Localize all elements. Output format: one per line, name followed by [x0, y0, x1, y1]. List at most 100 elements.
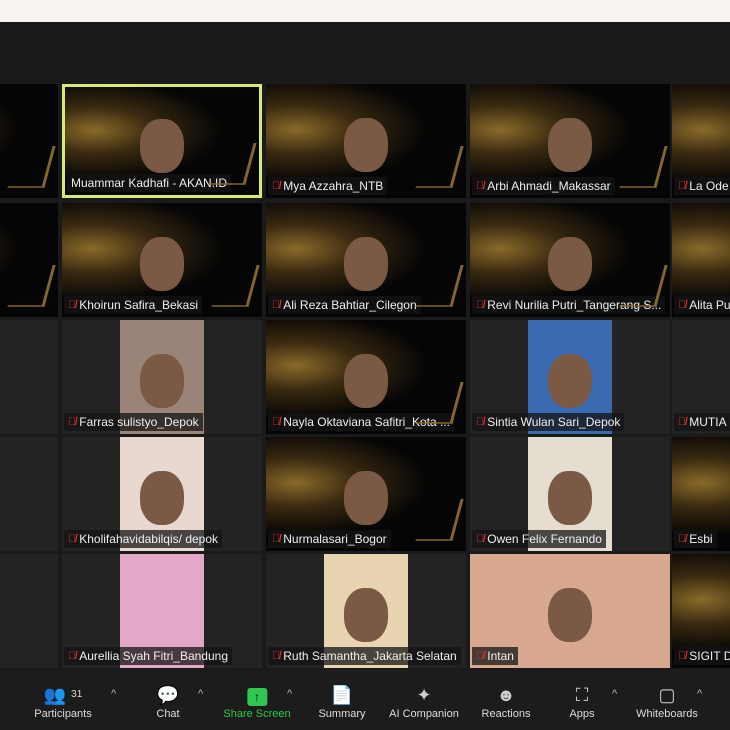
participant-tile[interactable]: 🎙̸ Owen Felix Fernando [470, 437, 670, 551]
summary-button[interactable]: 📄 Summary [318, 684, 365, 720]
participant-tile[interactable]: 🎙̸ Nurmalasari_Bogor [266, 437, 466, 551]
participant-name-label: 🎙̸ Esbi [674, 530, 717, 548]
whiteboards-icon: ▢ [658, 685, 676, 705]
muted-mic-icon: 🎙̸ [68, 299, 77, 311]
participant-face [140, 237, 184, 292]
participant-name-label: 🎙̸ Arbi Ahmadi_Makassar [472, 177, 615, 195]
muted-mic-icon: 🎙̸ [272, 180, 281, 192]
participant-name-label: 🎙̸ Intan [472, 647, 518, 665]
toolbar-label: Chat [156, 708, 180, 720]
toolbar-label: AI Companion [389, 708, 459, 720]
apps-button[interactable]: ⛶ Apps [569, 684, 594, 720]
participant-name-label: 🎙̸ MUTIA [674, 413, 730, 431]
chat-button[interactable]: 💬 Chat [156, 684, 179, 720]
participant-tile[interactable]: 🎙̸ SIGIT D [672, 554, 730, 668]
participant-name-label: 🎙̸ Khoirun Safira_Bekasi [64, 296, 202, 314]
ai-companion-button[interactable]: ✦ AI Companion [389, 684, 459, 720]
participant-tile[interactable]: 🎙̸ Sintia Wulan Sari_Depok [470, 320, 670, 434]
participant-tile[interactable]: 🎙̸ Khoirun Safira_Bekasi [62, 203, 262, 317]
toolbar-label: Apps [569, 708, 595, 720]
participant-name-label: 🎙̸ Ruth Samantha_Jakarta Selatan [268, 647, 461, 665]
participant-name: Khoirun Safira_Bekasi [79, 298, 198, 312]
participant-name-label: 🎙̸ Revi Nurilia Putri_Tangerang S... [472, 296, 666, 314]
participant-tile[interactable]: 🎙̸ Kholifahavidabilqis/ depok [62, 437, 262, 551]
participant-face [344, 471, 388, 526]
gallery-grid: 🎙̸arani_Ta... Muammar Kadhafi - AKAN.ID 🎙̸… [0, 22, 730, 670]
participant-face [140, 471, 184, 526]
reactions-icon: ☻ [496, 685, 516, 705]
top-band [0, 0, 730, 22]
whiteboards-button[interactable]: ▢ Whiteboards [636, 684, 698, 720]
participant-face [344, 118, 388, 173]
participant-face [548, 354, 592, 409]
participant-name: Muammar Kadhafi - AKAN.ID [71, 176, 228, 190]
participant-tile[interactable]: 🎙̸ La Ode [672, 84, 730, 198]
participant-tile[interactable]: 🎙̸ Ali Reza Bahtiar_Cilegon [266, 203, 466, 317]
participant-name-label: 🎙̸ Farras sulistyo_Depok [64, 413, 203, 431]
options-caret-icon[interactable]: ^ [198, 688, 203, 700]
participant-tile[interactable]: 🎙̸ Esbi [672, 437, 730, 551]
participant-name-label: 🎙̸ Nurmalasari_Bogor [268, 530, 391, 548]
muted-mic-icon: 🎙̸ [678, 299, 687, 311]
participant-tile[interactable]: 🎙̸ Nayla Oktaviana Safitri_Kota ... [266, 320, 466, 434]
participant-face [344, 588, 388, 643]
participant-tile[interactable]: 🎙̸ Mya Azzahra_NTB [266, 84, 466, 198]
participant-face [344, 237, 388, 292]
participant-name: Ruth Samantha_Jakarta Selatan [283, 649, 457, 663]
participant-name-label: 🎙̸ Sintia Wulan Sari_Depok [472, 413, 625, 431]
chat-icon: 💬 [156, 685, 180, 705]
participant-tile[interactable]: 🎙̸ MUTIA [672, 320, 730, 434]
apps-icon: ⛶ [575, 685, 589, 705]
share-screen-button[interactable]: ↑ Share Screen [223, 684, 291, 720]
participant-tile[interactable]: 🎙̸ Arbi Ahmadi_Makassar [470, 84, 670, 198]
options-caret-icon[interactable]: ^ [697, 688, 702, 700]
participant-name: Ali Reza Bahtiar_Cilegon [283, 298, 417, 312]
participant-face [548, 471, 592, 526]
participant-tile[interactable]: 🎙̸ Aurellia Syah Fitri_Bandung [62, 554, 262, 668]
share-screen-icon: ↑ [223, 684, 290, 708]
options-caret-icon[interactable]: ^ [612, 688, 617, 700]
muted-mic-icon: 🎙̸ [272, 533, 281, 545]
reactions-button[interactable]: ☻ Reactions [482, 684, 531, 720]
participant-name: Owen Felix Fernando [487, 532, 602, 546]
participant-name-label: Muammar Kadhafi - AKAN.ID [67, 174, 232, 192]
participant-name: Alita Pu [689, 298, 730, 312]
muted-mic-icon: 🎙̸ [678, 650, 687, 662]
participant-name-label: 🎙̸ SIGIT D [674, 647, 730, 665]
muted-mic-icon: 🎙̸ [476, 416, 485, 428]
participant-face [548, 118, 592, 173]
participants-icon: 👥 31 [43, 685, 83, 705]
participant-name: Arbi Ahmadi_Makassar [487, 179, 611, 193]
participant-name: Kholifahavidabilqis/ depok [79, 532, 219, 546]
participant-name: Nurmalasari_Bogor [283, 532, 387, 546]
participant-name: MUTIA [689, 415, 727, 429]
participant-name: Sintia Wulan Sari_Depok [487, 415, 621, 429]
participant-name: Intan [487, 649, 514, 663]
muted-mic-icon: 🎙̸ [476, 299, 485, 311]
toolbar-label: Share Screen [223, 708, 291, 720]
participant-face [548, 237, 592, 292]
participant-tile[interactable] [0, 437, 58, 551]
summary-icon: 📄 [330, 685, 354, 705]
participant-tile[interactable]: Muammar Kadhafi - AKAN.ID [62, 84, 262, 198]
participant-name: Esbi [689, 532, 713, 546]
participant-name-label: 🎙̸ Alita Pu [674, 296, 730, 314]
options-caret-icon[interactable]: ^ [287, 688, 292, 700]
participant-tile[interactable]: 🎙̸ Ruth Samantha_Jakarta Selatan [266, 554, 466, 668]
ai-companion-icon: ✦ [416, 685, 432, 705]
participants-button[interactable]: 👥 31 Participants [34, 684, 91, 720]
participant-tile[interactable] [0, 203, 58, 317]
participant-tile[interactable]: 🎙̸ Revi Nurilia Putri_Tangerang S... [470, 203, 670, 317]
participant-tile[interactable]: 🎙̸ Intan [470, 554, 670, 668]
muted-mic-icon: 🎙̸ [476, 180, 485, 192]
participant-tile[interactable]: 🎙̸arani_Ta... [0, 84, 58, 198]
muted-mic-icon: 🎙̸ [476, 533, 485, 545]
participant-name: La Ode [689, 179, 729, 193]
participant-tile[interactable]: ota depok [0, 554, 58, 668]
participant-name: Aurellia Syah Fitri_Bandung [79, 649, 229, 663]
options-caret-icon[interactable]: ^ [111, 688, 116, 700]
participant-tile[interactable]: 🎙̸ Farras sulistyo_Depok [62, 320, 262, 434]
participant-name: Revi Nurilia Putri_Tangerang S... [487, 298, 662, 312]
participant-tile[interactable]: l Jakarta [0, 320, 58, 434]
participant-tile[interactable]: 🎙̸ Alita Pu [672, 203, 730, 317]
